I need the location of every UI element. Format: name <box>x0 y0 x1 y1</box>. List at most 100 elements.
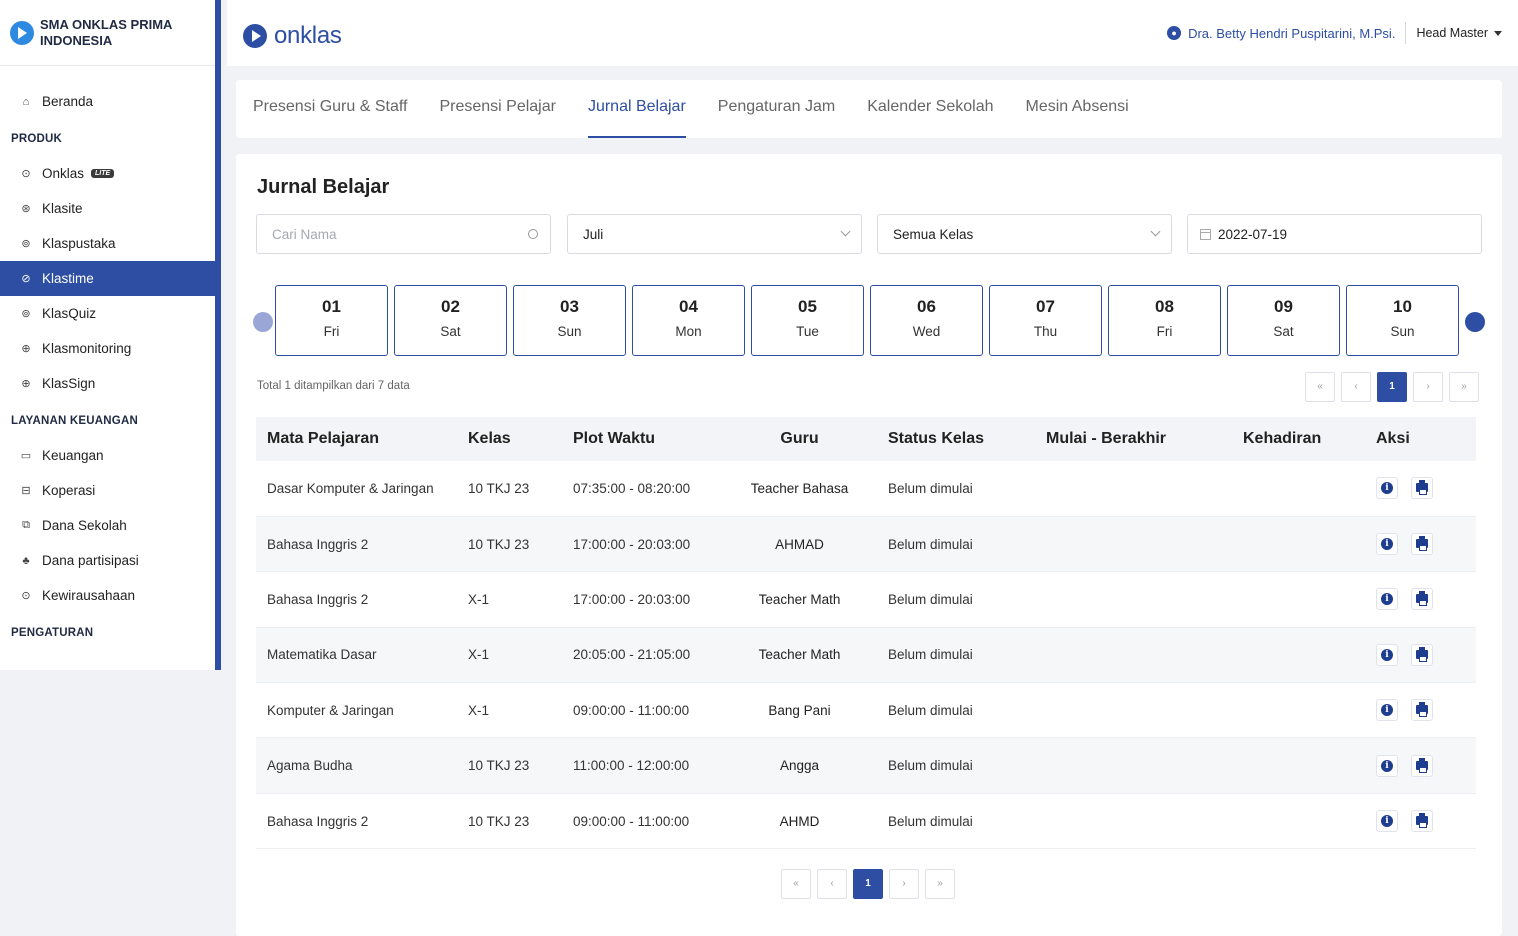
sidebar-item-label: Klastime <box>42 271 94 286</box>
page-title: Jurnal Belajar <box>257 176 390 198</box>
cell-waktu: 09:00:00 - 11:00:00 <box>562 793 722 850</box>
tab-pengaturan-jam[interactable]: Pengaturan Jam <box>718 80 835 138</box>
cell-actions: i <box>1365 516 1476 573</box>
sidebar-item-label: Klasite <box>42 201 83 216</box>
cell-actions: i <box>1365 793 1476 850</box>
day-button[interactable]: 07 Thu <box>989 285 1102 356</box>
date-picker[interactable]: 2022-07-19 <box>1187 214 1482 254</box>
table-row: Bahasa Inggris 2 10 TKJ 23 09:00:00 - 11:0… <box>256 793 1476 850</box>
cell-mulai <box>1035 516 1232 573</box>
print-button[interactable] <box>1411 643 1433 666</box>
sidebar-item-label: Kewirausahaan <box>42 588 136 603</box>
klaspustaka-icon: ⊚ <box>21 238 31 250</box>
sidebar-item-keuangan[interactable]: ▭ Keuangan <box>0 438 215 473</box>
brand[interactable]: onklas <box>243 22 342 50</box>
month-select[interactable]: Juli <box>567 214 862 254</box>
day-number: 10 <box>1393 297 1412 316</box>
day-name: Sat <box>440 324 461 339</box>
user-role[interactable]: Head Master <box>1416 26 1488 40</box>
lite-badge: LITE <box>91 169 115 178</box>
class-select[interactable]: Semua Kelas <box>877 214 1172 254</box>
sidebar-item-label: Keuangan <box>42 448 104 463</box>
day-button[interactable]: 05 Tue <box>751 285 864 356</box>
info-button[interactable]: i <box>1376 477 1398 500</box>
cell-waktu: 17:00:00 - 20:03:00 <box>562 516 722 573</box>
day-number: 01 <box>322 297 341 316</box>
print-button[interactable] <box>1411 754 1433 777</box>
coin-icon: ⊙ <box>21 590 31 602</box>
prev-page-button[interactable]: ‹ <box>1341 372 1371 402</box>
cell-hadir <box>1232 627 1365 684</box>
sidebar-item-klassign[interactable]: ⊕ KlasSign <box>0 366 215 401</box>
info-button[interactable]: i <box>1376 754 1398 777</box>
day-button[interactable]: 10 Sun <box>1346 285 1459 356</box>
column-header: Mata Pelajaran <box>256 417 457 461</box>
sidebar-item-beranda[interactable]: ⌂ Beranda <box>0 84 215 119</box>
day-button[interactable]: 02 Sat <box>394 285 507 356</box>
sidebar-item-kewirausahaan[interactable]: ⊙ Kewirausahaan <box>0 578 215 613</box>
sidebar-item-label: Klasmonitoring <box>42 341 132 356</box>
print-button[interactable] <box>1411 810 1433 833</box>
sidebar-item-klasquiz[interactable]: ⊚ KlasQuiz <box>0 296 215 331</box>
sidebar-item-dana-partisipasi[interactable]: ♣ Dana partisipasi <box>0 543 215 578</box>
cell-waktu: 07:35:00 - 08:20:00 <box>562 461 722 517</box>
klasite-icon: ⊛ <box>21 203 31 215</box>
cell-mapel: Bahasa Inggris 2 <box>256 793 457 850</box>
tab-kalender-sekolah[interactable]: Kalender Sekolah <box>867 80 993 138</box>
page-1-button[interactable]: 1 <box>1377 372 1407 402</box>
last-page-button[interactable]: » <box>925 869 955 899</box>
info-button[interactable]: i <box>1376 643 1398 666</box>
sidebar-item-koperasi[interactable]: ⊟ Koperasi <box>0 473 215 508</box>
day-button[interactable]: 03 Sun <box>513 285 626 356</box>
tab-presensi-guru-staff[interactable]: Presensi Guru & Staff <box>253 80 407 138</box>
tab-presensi-pelajar[interactable]: Presensi Pelajar <box>439 80 556 138</box>
day-button[interactable]: 06 Wed <box>870 285 983 356</box>
cell-hadir <box>1232 516 1365 573</box>
prev-page-button[interactable]: ‹ <box>817 869 847 899</box>
print-button[interactable] <box>1411 588 1433 611</box>
cell-guru: Teacher Math <box>722 571 877 628</box>
first-page-button[interactable]: « <box>781 869 811 899</box>
print-button[interactable] <box>1411 533 1433 556</box>
pagination-bottom: «‹ 1 ›» <box>781 869 955 899</box>
sidebar-item-klasmonitoring[interactable]: ⊕ Klasmonitoring <box>0 331 215 366</box>
money-icon: ⧉ <box>22 519 30 531</box>
day-button[interactable]: 01 Fri <box>275 285 388 356</box>
sidebar-item-klaspustaka[interactable]: ⊚ Klaspustaka <box>0 226 215 261</box>
info-button[interactable]: i <box>1376 588 1398 611</box>
next-page-button[interactable]: › <box>889 869 919 899</box>
info-icon: i <box>1381 815 1393 828</box>
info-icon: i <box>1381 593 1393 606</box>
next-page-button[interactable]: › <box>1413 372 1443 402</box>
next-days-button[interactable] <box>1465 312 1485 332</box>
column-header: Guru <box>722 417 877 461</box>
info-button[interactable]: i <box>1376 699 1398 722</box>
user-name[interactable]: Dra. Betty Hendri Puspitarini, M.Psi. <box>1188 26 1395 41</box>
user-menu[interactable]: ● Dra. Betty Hendri Puspitarini, M.Psi. … <box>1167 22 1502 44</box>
print-button[interactable] <box>1411 699 1433 722</box>
last-page-button[interactable]: » <box>1449 372 1479 402</box>
cell-mulai <box>1035 793 1232 850</box>
cell-hadir <box>1232 461 1365 517</box>
prev-days-button[interactable] <box>253 312 273 332</box>
klasquiz-icon: ⊚ <box>21 308 31 320</box>
first-page-button[interactable]: « <box>1305 372 1335 402</box>
cell-guru: Bang Pani <box>722 682 877 739</box>
sidebar-item-klasite[interactable]: ⊛ Klasite <box>0 191 215 226</box>
day-button[interactable]: 09 Sat <box>1227 285 1340 356</box>
sidebar-item-klastime[interactable]: ⊘ Klastime <box>0 261 215 296</box>
tab-mesin-absensi[interactable]: Mesin Absensi <box>1026 80 1129 138</box>
sidebar-item-onklas[interactable]: ⊙ Onklas LITE <box>0 156 215 191</box>
cell-hadir <box>1232 793 1365 850</box>
print-button[interactable] <box>1411 477 1433 500</box>
day-button[interactable]: 08 Fri <box>1108 285 1221 356</box>
tab-jurnal-belajar[interactable]: Jurnal Belajar <box>587 80 686 138</box>
cell-waktu: 09:00:00 - 11:00:00 <box>562 682 722 739</box>
day-button[interactable]: 04 Mon <box>632 285 745 356</box>
info-button[interactable]: i <box>1376 533 1398 556</box>
page-1-button[interactable]: 1 <box>853 869 883 899</box>
sidebar-item-dana-sekolah[interactable]: ⧉ Dana Sekolah <box>0 508 215 543</box>
caret-down-icon[interactable] <box>1494 30 1502 36</box>
search-input[interactable]: Cari Nama <box>256 214 551 254</box>
info-button[interactable]: i <box>1376 810 1398 833</box>
